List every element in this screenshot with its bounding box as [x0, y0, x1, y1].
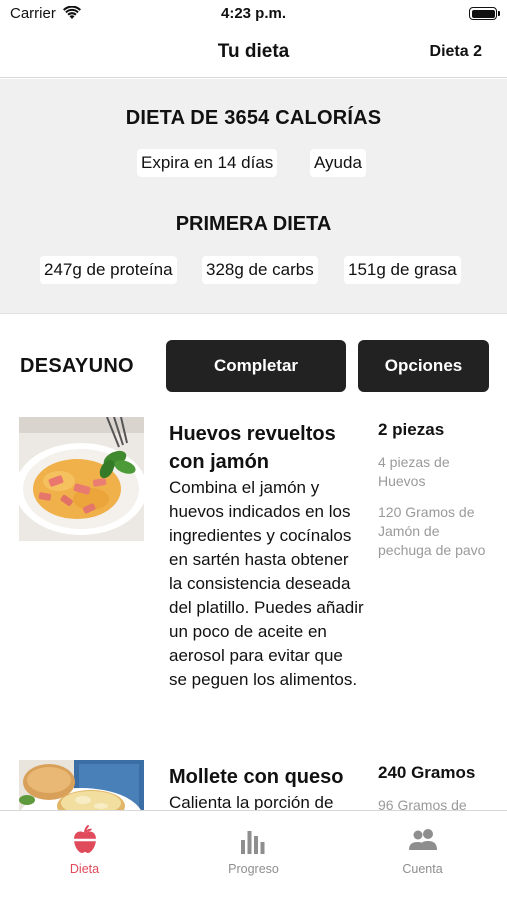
- options-button[interactable]: Opciones: [358, 340, 489, 392]
- food-title: Huevos revueltos con jamón: [169, 423, 336, 473]
- tab-dieta[interactable]: Dieta: [0, 811, 169, 900]
- bar-chart-icon: [241, 831, 265, 854]
- carbs-badge: 328g de carbs: [202, 256, 318, 284]
- ingredient-item: 120 Gramos de Jamón de pechuga de pavo: [378, 504, 486, 558]
- navigation-bar: Tu dieta Dieta 2: [0, 28, 507, 78]
- diet-name: PRIMERA DIETA: [175, 213, 332, 235]
- tab-label: Cuenta: [402, 862, 443, 876]
- tab-label: Dieta: [69, 862, 100, 876]
- fat-badge: 151g de grasa: [344, 256, 461, 284]
- food-quantity: 240 Gramos: [378, 763, 476, 782]
- protein-badge: 247g de proteína: [40, 256, 177, 284]
- status-bar: Carrier 4:23 p.m.: [0, 0, 507, 28]
- switch-diet-button[interactable]: Dieta 2: [430, 43, 482, 61]
- food-title: Mollete con queso: [169, 766, 344, 788]
- apple-icon: [70, 825, 100, 853]
- ingredient-list: 4 piezas de Huevos 120 Gramos de Jamón d…: [378, 453, 493, 572]
- complete-button[interactable]: Completar: [166, 340, 346, 392]
- meal-name: DESAYUNO: [20, 355, 134, 377]
- calories-title: DIETA DE 3654 CALORÍAS: [125, 107, 382, 129]
- battery-icon: [469, 7, 500, 20]
- people-icon: [409, 829, 437, 850]
- tab-bar: Dieta Progreso Cuenta: [0, 810, 507, 900]
- scrambled-eggs-photo: [19, 417, 144, 541]
- help-button[interactable]: Ayuda: [310, 149, 366, 177]
- expiration-badge: Expira en 14 días: [137, 149, 278, 177]
- tab-cuenta[interactable]: Cuenta: [338, 811, 507, 900]
- meal-header: DESAYUNO Completar Opciones: [0, 340, 507, 392]
- tab-progreso[interactable]: Progreso: [169, 811, 338, 900]
- ingredient-item: 4 piezas de Huevos: [378, 454, 450, 489]
- food-quantity: 2 piezas: [378, 420, 445, 439]
- clock: 4:23 p.m.: [220, 5, 287, 22]
- diet-summary-panel: DIETA DE 3654 CALORÍAS Expira en 14 días…: [0, 79, 507, 314]
- tab-label: Progreso: [228, 862, 279, 876]
- food-description: Combina el jamón y huevos indicados en l…: [169, 478, 364, 689]
